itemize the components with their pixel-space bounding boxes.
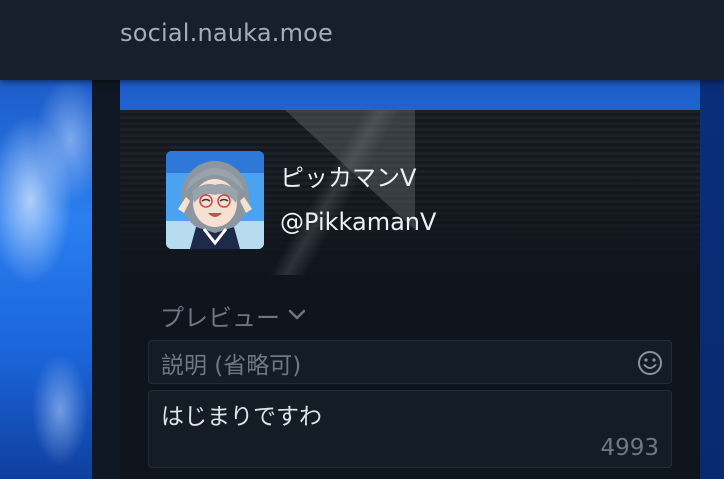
- preview-toggle[interactable]: プレビュー: [160, 300, 306, 332]
- display-name: ピッカマンV: [280, 164, 417, 192]
- character-counter: 4993: [600, 435, 659, 461]
- avatar[interactable]: [166, 151, 264, 249]
- account-handle: @PikkamanV: [280, 208, 437, 236]
- chevron-down-icon: [288, 309, 306, 320]
- sidebar-strip: [92, 80, 120, 479]
- background-image-right: [700, 80, 724, 479]
- compose-panel: ピッカマンV @PikkamanV プレビュー 説明 (省略可) はじまりですわ…: [120, 110, 700, 479]
- preview-label: プレビュー: [160, 303, 280, 332]
- post-text: はじまりですわ: [161, 404, 322, 430]
- smiley-icon[interactable]: [637, 350, 663, 376]
- description-placeholder: 説明 (省略可): [161, 353, 302, 379]
- post-textarea[interactable]: はじまりですわ 4993: [148, 390, 672, 468]
- top-bar: social.nauka.moe: [0, 0, 724, 80]
- avatar-image: [166, 151, 264, 249]
- description-input[interactable]: 説明 (省略可): [148, 340, 672, 384]
- site-title[interactable]: social.nauka.moe: [120, 19, 333, 47]
